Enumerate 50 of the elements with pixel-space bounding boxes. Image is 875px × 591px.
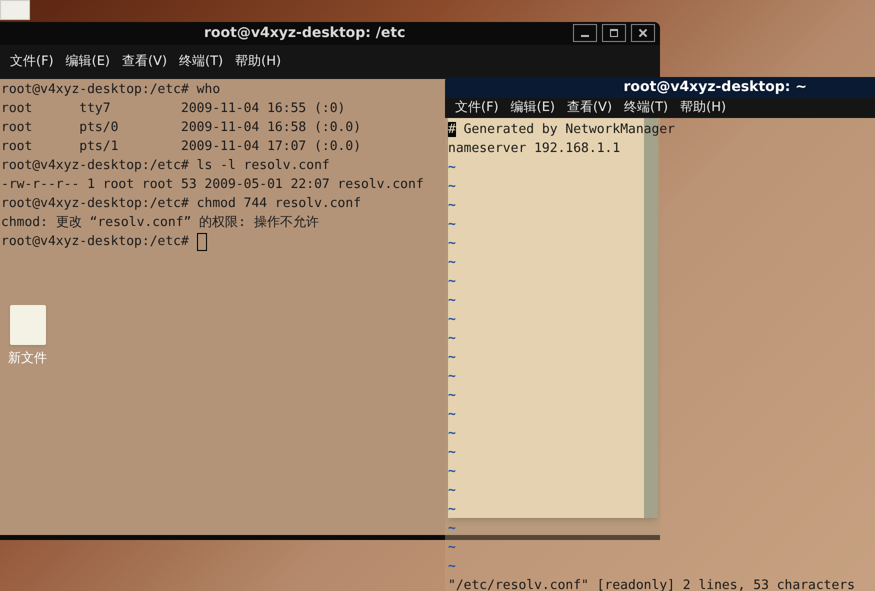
menu-item[interactable]: 帮助(H) — [235, 52, 282, 72]
editor-line: # Generated by NetworkManager — [448, 120, 675, 138]
empty-line-marker: ~ — [448, 292, 456, 310]
empty-line-marker: ~ — [448, 178, 456, 196]
menu-item[interactable]: 查看(V) — [122, 52, 168, 72]
empty-line-marker: ~ — [448, 234, 456, 252]
terminal-line: root@v4xyz-desktop:/etc# ls -l resolv.conf — [1, 157, 330, 175]
menu-item[interactable]: 编辑(E) — [66, 52, 110, 72]
menu-item[interactable]: 编辑(E) — [510, 98, 555, 118]
empty-line-marker: ~ — [448, 462, 456, 480]
terminal-line: root tty7 2009-11-04 16:55 (:0) — [1, 100, 346, 118]
menu-item[interactable]: 帮助(H) — [680, 98, 726, 118]
empty-line-marker: ~ — [448, 254, 456, 272]
empty-line-marker: ~ — [448, 196, 456, 214]
menu-item[interactable]: 终端(T) — [624, 98, 668, 118]
empty-line-marker: ~ — [448, 482, 456, 500]
empty-line-marker: ~ — [448, 500, 456, 518]
empty-line-marker: ~ — [448, 386, 456, 404]
empty-line-marker: ~ — [448, 520, 456, 538]
editor-line: nameserver 192.168.1.1 — [448, 140, 620, 158]
close-button[interactable] — [631, 24, 655, 42]
window-title: root@v4xyz-desktop: /etc — [204, 24, 406, 43]
window-title: root@v4xyz-desktop: ~ — [623, 78, 807, 97]
empty-line-marker: ~ — [448, 310, 456, 328]
empty-line-marker: ~ — [448, 406, 456, 424]
empty-line-marker: ~ — [448, 330, 456, 348]
terminal-line: root pts/1 2009-11-04 17:07 (:0.0) — [1, 138, 362, 156]
terminal-line: root@v4xyz-desktop:/etc# — [1, 233, 190, 251]
minimize-button[interactable] — [573, 24, 597, 42]
terminal-line: root@v4xyz-desktop:/etc# who — [1, 81, 220, 99]
empty-line-marker: ~ — [448, 158, 456, 176]
status-line: "/etc/resolv.conf" [readonly] 2 lines, 53 characters — [448, 576, 855, 591]
empty-line-marker: ~ — [448, 424, 456, 442]
empty-line-marker: ~ — [448, 272, 456, 290]
menu-item[interactable]: 文件(F) — [455, 98, 499, 118]
maximize-button[interactable] — [602, 24, 626, 42]
terminal-line: root pts/0 2009-11-04 16:58 (:0.0) — [1, 119, 362, 137]
empty-line-marker: ~ — [448, 368, 456, 386]
empty-line-marker: ~ — [448, 444, 456, 462]
menu-item[interactable]: 终端(T) — [179, 52, 224, 72]
terminal-line: chmod: 更改 “resolv.conf” 的权限: 操作不允许 — [1, 214, 319, 232]
terminal-line: -rw-r--r-- 1 root root 53 2009-05-01 22:07 resolv.conf — [1, 176, 424, 194]
menu-item[interactable]: 文件(F) — [10, 52, 54, 72]
text-cursor — [196, 232, 207, 250]
empty-line-marker: ~ — [448, 558, 456, 576]
empty-line-marker: ~ — [448, 538, 456, 556]
empty-line-marker: ~ — [448, 348, 456, 366]
terminal-line: root@v4xyz-desktop:/etc# chmod 744 resolv.conf — [1, 195, 362, 213]
empty-line-marker: ~ — [448, 216, 456, 234]
menu-item[interactable]: 查看(V) — [566, 98, 612, 118]
